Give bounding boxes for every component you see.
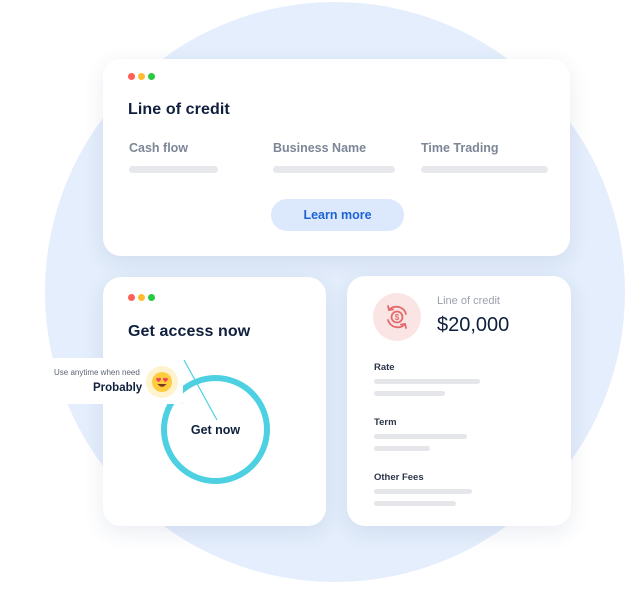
credit-amount: $20,000 [437, 314, 510, 336]
credit-label: Line of credit [437, 295, 500, 307]
rate-placeholder-bar [374, 391, 445, 396]
dollar-refresh-icon: $ [373, 293, 421, 341]
term-placeholder-bar [374, 446, 430, 451]
rate-label: Rate [374, 362, 395, 373]
rate-placeholder-bar [374, 379, 480, 384]
other-fees-placeholder-bar [374, 501, 456, 506]
other-fees-label: Other Fees [374, 472, 424, 483]
heart-eyes-emoji-icon [146, 366, 178, 398]
credit-summary-card: $ Line of credit $20,000 Rate Term Other… [347, 276, 571, 526]
tooltip-answer: Probably [93, 382, 143, 394]
svg-text:$: $ [395, 313, 400, 322]
other-fees-placeholder-bar [374, 489, 472, 494]
term-label: Term [374, 417, 397, 428]
tooltip-hint: Use anytime when need [54, 368, 140, 377]
term-placeholder-bar [374, 434, 467, 439]
